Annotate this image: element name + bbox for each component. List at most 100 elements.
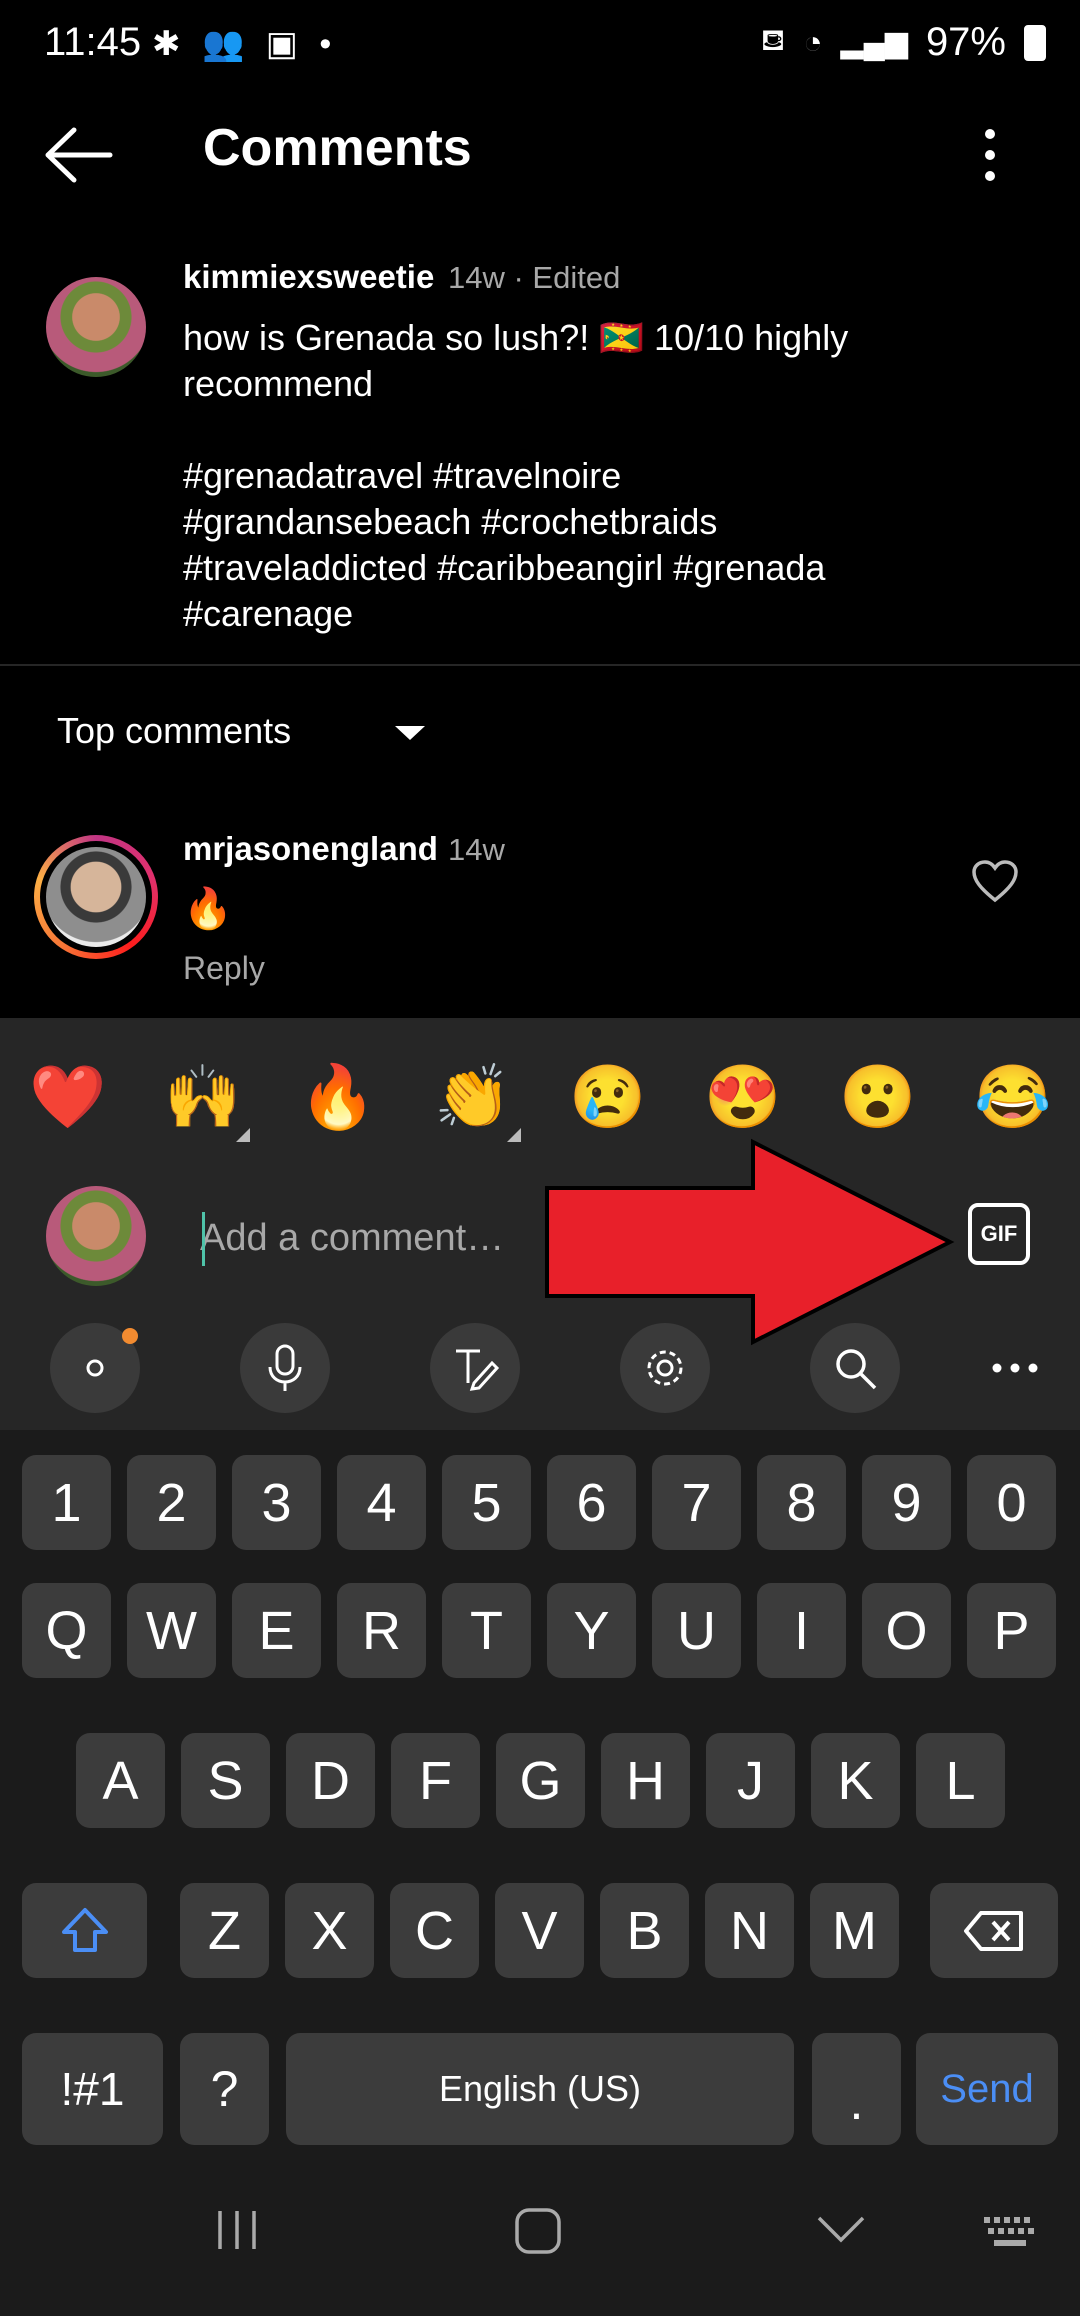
key-2[interactable]: 2 [127,1455,216,1550]
key-y[interactable]: Y [547,1583,636,1678]
keyboard-icon[interactable] [982,2213,1038,2253]
more-options-icon[interactable] [975,120,1005,190]
key-w[interactable]: W [127,1583,216,1678]
key-0[interactable]: 0 [967,1455,1056,1550]
sticker-icon [86,1359,104,1377]
comment-time: 14w [448,832,505,867]
key-a[interactable]: A [76,1733,165,1828]
recent-apps-icon[interactable] [212,2205,262,2255]
keyboard-settings-button[interactable] [620,1323,710,1413]
keyboard-search-button[interactable] [810,1323,900,1413]
comment-username[interactable]: mrjasonengland [183,830,438,868]
key-p[interactable]: P [967,1583,1056,1678]
send-key[interactable]: Send [916,2033,1058,2145]
comment-avatar[interactable] [46,847,146,947]
notification-icons: ✱ 👥 ▣ • [152,24,337,64]
group-icon: 👥 [201,25,251,63]
heart-icon[interactable] [970,858,1020,904]
more-horizontal-icon [992,1363,1038,1373]
key-9[interactable]: 9 [862,1455,951,1550]
signal-icon: ▂▄▆ [840,26,908,59]
key-m[interactable]: M [810,1883,899,1978]
key-n[interactable]: N [705,1883,794,1978]
emoji-clapping[interactable]: 👏 [430,1055,516,1141]
reply-button[interactable]: Reply [183,950,265,987]
status-bar: 11:45 ✱ 👥 ▣ • ⛾ ◔ ▂▄▆ 97% [0,0,1080,95]
emoji-surprised[interactable]: 😮 [835,1055,921,1141]
key-v[interactable]: V [495,1883,584,1978]
key-t[interactable]: T [442,1583,531,1678]
sort-dropdown-label[interactable]: Top comments [57,710,291,752]
key-s[interactable]: S [181,1733,270,1828]
shift-key[interactable] [22,1883,147,1978]
key-1[interactable]: 1 [22,1455,111,1550]
system-nav-bar [0,2175,1080,2316]
skin-tone-indicator [507,1128,521,1142]
video-call-icon: ▣ [265,25,304,63]
status-right: ⛾ ◔ ▂▄▆ 97% [761,20,1046,65]
emoji-fire[interactable]: 🔥 [295,1055,381,1141]
page-title: Comments [203,119,472,177]
backspace-icon [964,1910,1023,1951]
question-key[interactable]: ? [180,2033,269,2145]
key-7[interactable]: 7 [652,1455,741,1550]
key-o[interactable]: O [862,1583,951,1678]
skin-tone-indicator [236,1128,250,1142]
key-l[interactable]: L [916,1733,1005,1828]
battery-percent: 97% [925,20,1006,64]
back-arrow-icon[interactable] [40,120,120,190]
divider [0,664,1080,666]
key-5[interactable]: 5 [442,1455,531,1550]
key-3[interactable]: 3 [232,1455,321,1550]
status-time: 11:45 [44,20,142,64]
key-b[interactable]: B [600,1883,689,1978]
caption-meta: 14w · Edited [448,260,621,295]
space-key[interactable]: English (US) [286,2033,794,2145]
keyboard-more-button[interactable] [970,1323,1060,1413]
emoji-crying[interactable]: 😢 [565,1055,651,1141]
key-d[interactable]: D [286,1733,375,1828]
emoji-heart[interactable]: ❤️ [25,1055,111,1141]
battery-icon [1024,24,1046,61]
emoji-raised-hands[interactable]: 🙌 [160,1055,246,1141]
key-h[interactable]: H [601,1733,690,1828]
key-6[interactable]: 6 [547,1455,636,1550]
handwriting-icon [456,1349,500,1391]
backspace-key[interactable] [930,1883,1058,1978]
dot-icon: • [319,25,338,63]
microphone-icon [268,1344,302,1391]
red-arrow-annotation [545,1138,955,1346]
key-f[interactable]: F [391,1733,480,1828]
gif-button[interactable]: GIF [968,1203,1030,1265]
key-4[interactable]: 4 [337,1455,426,1550]
home-icon[interactable] [512,2205,564,2257]
period-key[interactable]: . [812,2033,901,2145]
emoji-laughing[interactable]: 😂 [970,1055,1056,1141]
key-x[interactable]: X [285,1883,374,1978]
caption-avatar[interactable] [46,277,146,377]
chevron-down-icon[interactable] [815,2210,867,2250]
voice-input-button[interactable] [240,1323,330,1413]
comment-text: 🔥 [183,887,233,931]
key-e[interactable]: E [232,1583,321,1678]
emoji-heart-eyes[interactable]: 😍 [700,1055,786,1141]
key-c[interactable]: C [390,1883,479,1978]
symbols-key[interactable]: !#1 [22,2033,163,2145]
key-8[interactable]: 8 [757,1455,846,1550]
gear-icon [647,1350,683,1386]
caption-text: how is Grenada so lush?! 🇬🇩 10/10 highly… [183,317,849,634]
key-j[interactable]: J [706,1733,795,1828]
key-u[interactable]: U [652,1583,741,1678]
key-g[interactable]: G [496,1733,585,1828]
key-z[interactable]: Z [180,1883,269,1978]
caption-username[interactable]: kimmiexsweetie [183,258,434,296]
key-q[interactable]: Q [22,1583,111,1678]
slack-icon: ✱ [152,25,187,63]
key-i[interactable]: I [757,1583,846,1678]
chevron-down-icon[interactable] [395,726,425,740]
wifi-icon: ◔ [803,24,823,60]
key-k[interactable]: K [811,1733,900,1828]
handwriting-button[interactable] [430,1323,520,1413]
text-cursor [202,1212,205,1266]
key-r[interactable]: R [337,1583,426,1678]
